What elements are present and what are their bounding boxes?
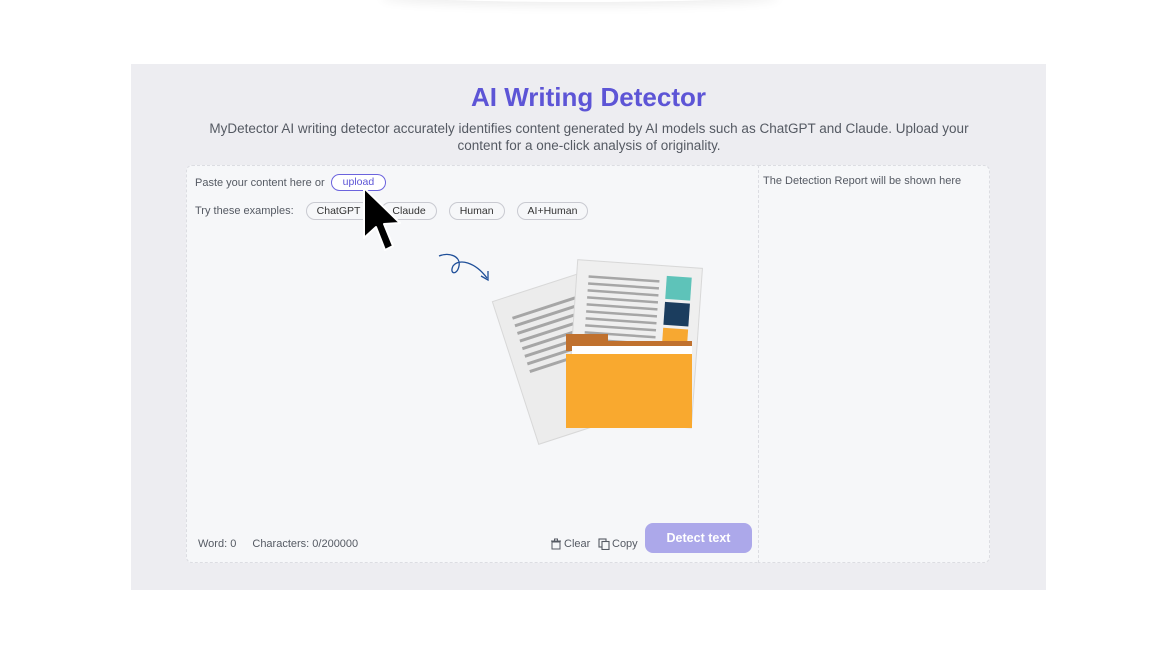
clear-label: Clear [564, 538, 591, 550]
counts: Word: 0 Characters: 0/200000 [198, 538, 371, 550]
report-placeholder: The Detection Report will be shown here [763, 175, 962, 187]
paste-row: Paste your content here or upload [195, 174, 387, 191]
page-subtitle: MyDetector AI writing detector accuratel… [209, 121, 969, 153]
example-chip-ai-human[interactable]: AI+Human [516, 202, 589, 220]
top-shadow [380, 0, 780, 2]
copy-icon [598, 538, 610, 550]
detector-panel: AI Writing Detector MyDetector AI writin… [131, 64, 1046, 590]
copy-label: Copy [612, 538, 638, 550]
word-count: Word: 0 [198, 538, 237, 550]
paste-label: Paste your content here or [195, 176, 325, 189]
detect-text-button[interactable]: Detect text [645, 523, 752, 553]
folder-documents-icon [491, 259, 703, 445]
mouse-pointer-icon [363, 187, 401, 251]
example-chip-human[interactable]: Human [448, 202, 505, 220]
trash-icon [551, 538, 561, 550]
detection-report-panel: The Detection Report will be shown here [758, 165, 990, 563]
page-title: AI Writing Detector [471, 82, 706, 112]
clear-button[interactable]: Clear [550, 538, 590, 550]
char-count: Characters: 0/200000 [252, 538, 359, 550]
examples-label: Try these examples: [195, 205, 294, 217]
copy-button[interactable]: Copy [598, 538, 638, 550]
text-editor-area[interactable]: Paste your content here or upload Try th… [186, 165, 758, 563]
curl-arrow-icon [438, 253, 489, 282]
